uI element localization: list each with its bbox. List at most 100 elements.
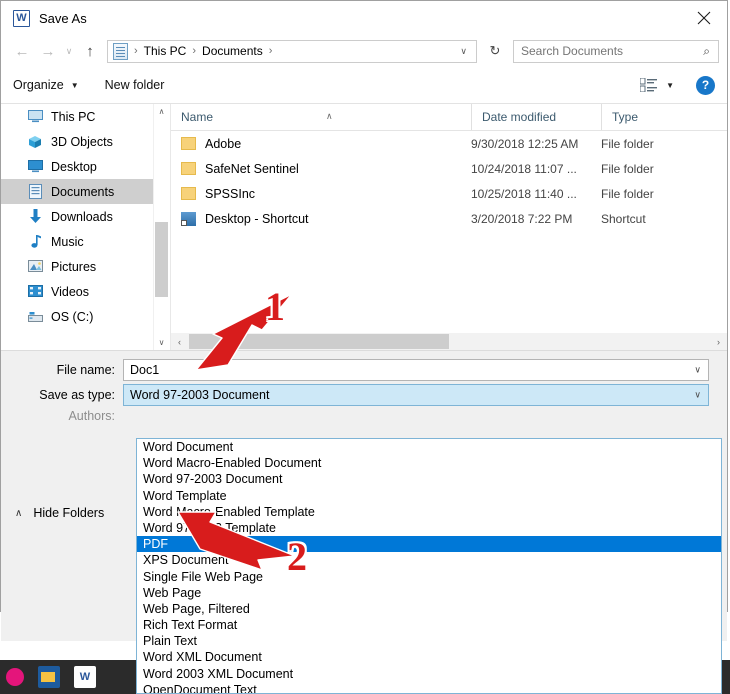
- file-date-cell: 10/25/2018 11:40 ...: [471, 186, 577, 201]
- sidebar-item-this-pc[interactable]: This PC: [1, 104, 169, 129]
- breadcrumb-separator-1: ›: [192, 45, 197, 57]
- file-name-combo[interactable]: ∨: [123, 359, 709, 381]
- sort-ascending-icon: ∧: [326, 111, 333, 121]
- dropdown-option[interactable]: Word XML Document: [137, 649, 721, 665]
- file-name-cell: Adobe: [171, 137, 471, 151]
- save-as-type-dropdown-list[interactable]: Word Document Word Macro-Enabled Document…: [136, 438, 722, 694]
- view-chevron-down-icon[interactable]: ▼: [666, 81, 674, 90]
- scroll-down-icon[interactable]: ∨: [154, 335, 169, 350]
- recent-locations-button[interactable]: ∨: [61, 39, 77, 63]
- dropdown-option[interactable]: XPS Document: [137, 552, 721, 568]
- sidebar-scrollbar[interactable]: ∧ ∨: [153, 104, 169, 350]
- sidebar-label: Music: [51, 234, 84, 249]
- sidebar-item-3d-objects[interactable]: 3D Objects: [1, 129, 169, 154]
- horizontal-scrollbar[interactable]: ‹ ›: [171, 333, 727, 350]
- column-header-name[interactable]: Name ∧: [171, 104, 471, 130]
- dropdown-option[interactable]: OpenDocument Text: [137, 682, 721, 693]
- sidebar-item-os-c[interactable]: OS (C:): [1, 304, 169, 329]
- file-name-cell: Desktop - Shortcut: [171, 211, 471, 226]
- table-row[interactable]: Desktop - Shortcut 3/20/2018 7:22 PM Sho…: [171, 206, 727, 231]
- hide-folders-button[interactable]: ∧ Hide Folders: [15, 506, 104, 520]
- breadcrumb-this-pc[interactable]: This PC: [144, 44, 187, 58]
- dropdown-option[interactable]: PDF: [137, 536, 721, 553]
- sidebar-item-videos[interactable]: Videos: [1, 279, 169, 304]
- dropdown-option[interactable]: Web Page: [137, 585, 721, 601]
- column-header-date-modified[interactable]: Date modified: [471, 104, 601, 130]
- hide-folders-label: Hide Folders: [33, 506, 105, 520]
- search-input[interactable]: [514, 43, 704, 59]
- file-name-label: SPSSInc: [205, 186, 256, 201]
- file-name-input[interactable]: [123, 359, 709, 381]
- horizontal-scroll-thumb[interactable]: [189, 334, 449, 349]
- table-row[interactable]: SPSSInc 10/25/2018 11:40 ... File folder: [171, 181, 727, 206]
- save-as-type-value[interactable]: Word 97-2003 Document: [123, 384, 709, 406]
- organize-button[interactable]: Organize ▼: [13, 78, 79, 92]
- help-icon[interactable]: ?: [696, 75, 715, 95]
- file-date-cell: 9/30/2018 12:25 AM: [471, 136, 579, 151]
- dropdown-option[interactable]: Word 97-2003 Document: [137, 471, 721, 487]
- command-bar-right: ▼ ?: [640, 75, 715, 95]
- sidebar-label: Documents: [51, 184, 115, 199]
- chevron-down-icon: ▼: [70, 80, 79, 90]
- scroll-up-icon[interactable]: ∧: [154, 104, 169, 119]
- up-button[interactable]: ↑: [77, 39, 103, 63]
- dropdown-option[interactable]: Word 2003 XML Document: [137, 666, 721, 682]
- monitor-icon: [27, 109, 43, 125]
- search-box[interactable]: ⌕: [513, 39, 719, 63]
- sidebar-label: Downloads: [51, 209, 113, 224]
- table-row[interactable]: Adobe 9/30/2018 12:25 AM File folder: [171, 131, 727, 156]
- authors-label: Authors:: [68, 409, 115, 423]
- folder-icon: [181, 137, 196, 150]
- close-button[interactable]: [681, 1, 727, 34]
- dropdown-option[interactable]: Word Template: [137, 488, 721, 504]
- column-header-name-label: Name: [181, 110, 214, 124]
- table-row[interactable]: SafeNet Sentinel 10/24/2018 11:07 ... Fi…: [171, 156, 727, 181]
- command-bar: Organize ▼ New folder ▼ ?: [1, 67, 727, 103]
- sidebar-item-desktop[interactable]: Desktop: [1, 154, 169, 179]
- dropdown-option[interactable]: Plain Text: [137, 633, 721, 649]
- address-bar[interactable]: › This PC › Documents › ∨: [107, 39, 477, 63]
- sidebar-label: Desktop: [51, 159, 97, 174]
- file-date-cell: 3/20/2018 7:22 PM: [471, 211, 573, 226]
- documents-icon: [27, 184, 43, 200]
- file-date-cell: 10/24/2018 11:07 ...: [471, 161, 577, 176]
- scroll-right-icon[interactable]: ›: [710, 333, 727, 350]
- title-bar: W Save As: [1, 1, 727, 35]
- save-as-type-combo[interactable]: Word 97-2003 Document ∨: [123, 384, 709, 406]
- dropdown-option[interactable]: Word Macro-Enabled Document: [137, 455, 721, 471]
- address-dropdown-icon[interactable]: ∨: [460, 46, 476, 57]
- desktop-icon: [27, 159, 43, 175]
- scroll-left-icon[interactable]: ‹: [171, 333, 188, 350]
- sidebar-label: OS (C:): [51, 309, 94, 324]
- file-explorer-icon[interactable]: [38, 666, 60, 688]
- sidebar-item-downloads[interactable]: Downloads: [1, 204, 169, 229]
- sidebar-item-music[interactable]: Music: [1, 229, 169, 254]
- breadcrumb-documents[interactable]: Documents: [202, 44, 263, 58]
- file-name-label: File name:: [56, 363, 115, 377]
- forward-button[interactable]: →: [35, 39, 61, 63]
- refresh-button[interactable]: ↻: [483, 40, 507, 63]
- dropdown-option[interactable]: Word Document: [137, 439, 721, 455]
- change-view-icon[interactable]: [640, 78, 658, 92]
- file-name-cell: SPSSInc: [171, 187, 471, 201]
- dropdown-option[interactable]: Rich Text Format: [137, 617, 721, 633]
- navigation-bar: ← → ∨ ↑ › This PC › Documents › ∨ ↻ ⌕: [1, 35, 727, 67]
- word-icon[interactable]: W: [74, 666, 96, 688]
- column-header-type[interactable]: Type: [601, 104, 721, 130]
- organize-label: Organize: [13, 78, 64, 92]
- sidebar-scroll-thumb[interactable]: [155, 222, 168, 297]
- cortana-icon[interactable]: [6, 668, 24, 686]
- dropdown-option[interactable]: Word 97-2003 Template: [137, 520, 721, 536]
- video-icon: [27, 284, 43, 300]
- sidebar-item-documents[interactable]: Documents: [1, 179, 169, 204]
- sidebar-label: This PC: [51, 109, 96, 124]
- file-list-pane: Name ∧ Date modified Type Adobe 9/30/201…: [170, 104, 727, 350]
- back-button[interactable]: ←: [9, 39, 35, 63]
- sidebar-label: 3D Objects: [51, 134, 113, 149]
- cube-icon: [27, 134, 43, 150]
- dropdown-option[interactable]: Single File Web Page: [137, 569, 721, 585]
- new-folder-button[interactable]: New folder: [105, 78, 165, 92]
- dropdown-option[interactable]: Word Macro-Enabled Template: [137, 504, 721, 520]
- dropdown-option[interactable]: Web Page, Filtered: [137, 601, 721, 617]
- sidebar-item-pictures[interactable]: Pictures: [1, 254, 169, 279]
